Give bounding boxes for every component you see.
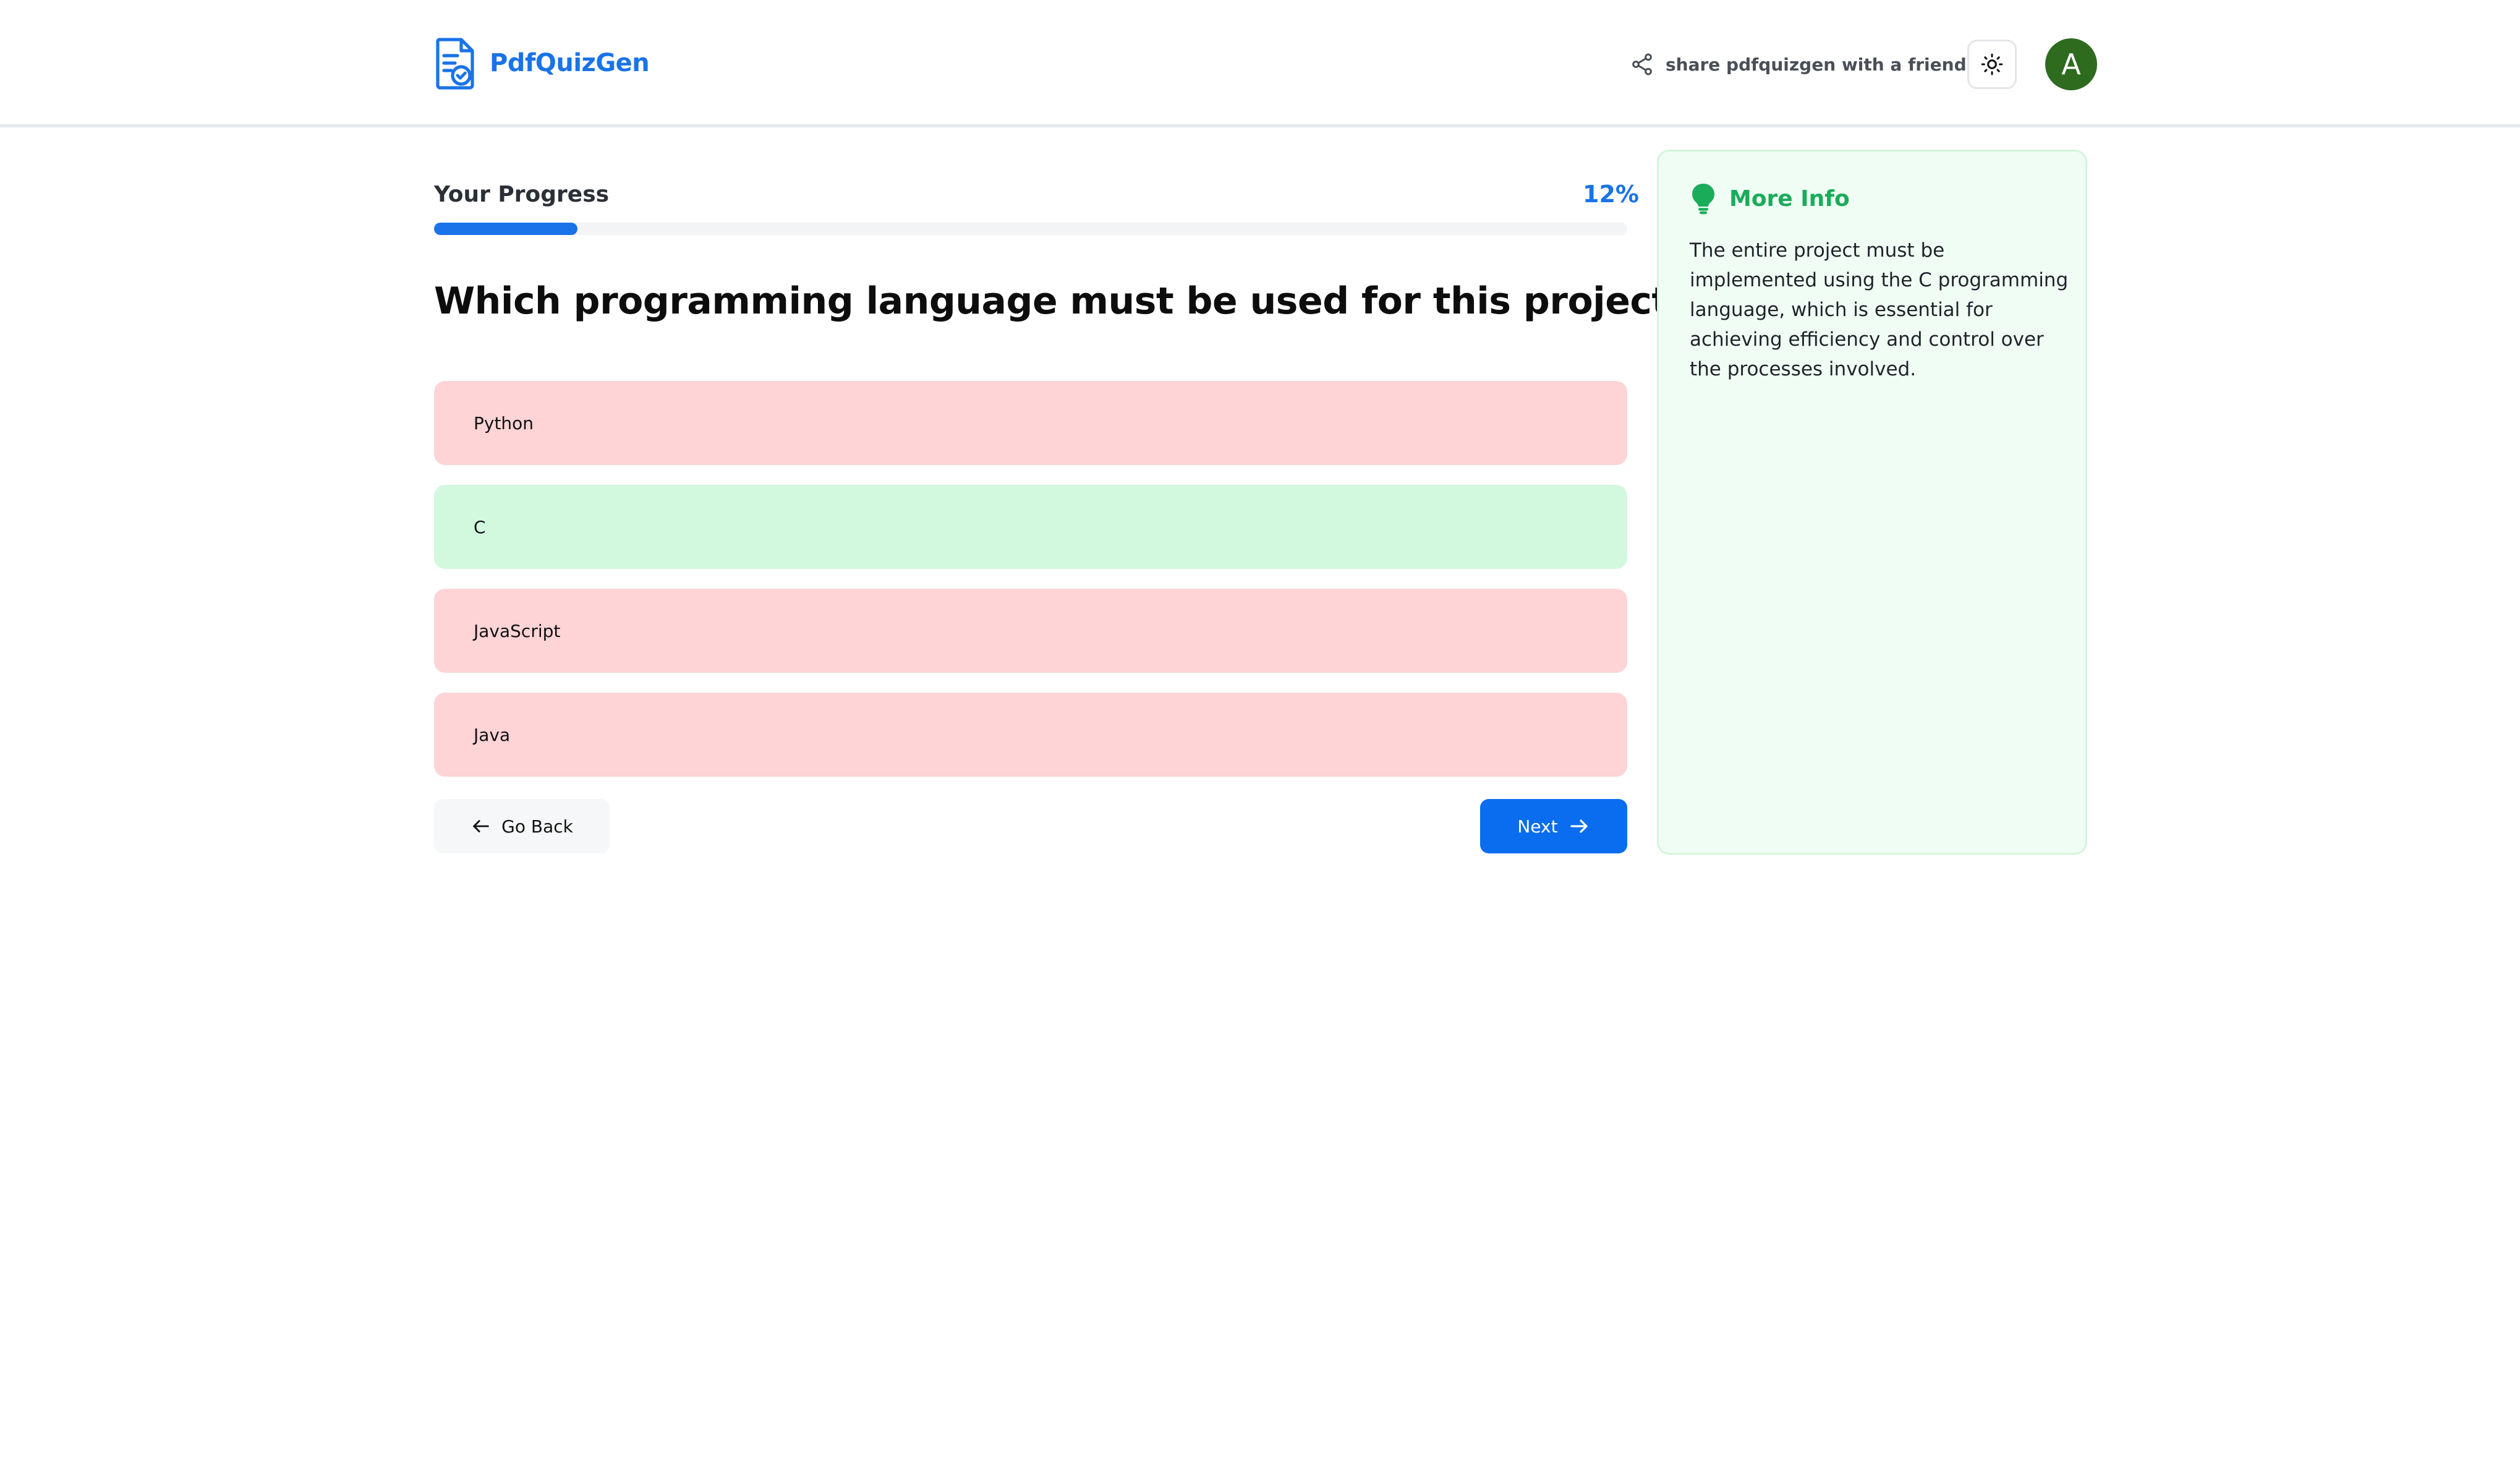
- progress-label: Your Progress: [434, 182, 610, 207]
- theme-toggle-button[interactable]: [1967, 40, 2017, 89]
- more-info-header: More Info: [1690, 182, 1850, 215]
- answer-option-python[interactable]: Python: [434, 381, 1627, 465]
- lightbulb-icon: [1692, 184, 1714, 215]
- progress-bar: [434, 223, 1627, 235]
- avatar[interactable]: A: [2045, 38, 2097, 90]
- answer-option-label: C: [474, 516, 486, 537]
- next-button[interactable]: Next: [1480, 799, 1627, 853]
- document-check-icon: [436, 38, 474, 90]
- more-info-text: The entire project must be implemented u…: [1690, 239, 2069, 380]
- go-back-label: Go Back: [501, 816, 573, 837]
- logo-text: PdfQuizGen: [490, 49, 650, 77]
- share-link[interactable]: share pdfquizgen with a friend: [1630, 48, 1967, 80]
- logo[interactable]: PdfQuizGen: [434, 36, 650, 90]
- top-header: PdfQuizGen share pdfquizgen with a frien…: [0, 0, 2520, 127]
- share-text: share pdfquizgen with a friend: [1666, 54, 1967, 75]
- answer-option-label: Python: [474, 412, 534, 434]
- arrow-left-icon: [473, 820, 489, 832]
- answer-option-c[interactable]: C: [434, 485, 1627, 569]
- arrow-right-icon: [1570, 819, 1588, 833]
- question-title: Which programming language must be used …: [434, 280, 1690, 323]
- share-icon: [1632, 53, 1652, 75]
- next-label: Next: [1517, 816, 1558, 837]
- progress-bar-fill: [434, 223, 577, 235]
- go-back-button[interactable]: Go Back: [434, 799, 610, 853]
- answer-option-label: Java: [474, 724, 511, 745]
- more-info-title: More Info: [1729, 186, 1850, 212]
- answer-option-label: JavaScript: [474, 620, 561, 641]
- answer-option-java[interactable]: Java: [434, 693, 1627, 777]
- more-info-panel: More Info The entire project must be imp…: [1657, 150, 2087, 855]
- sun-icon: [1981, 53, 2003, 75]
- progress-percent: 12%: [1583, 181, 1639, 208]
- answer-option-javascript[interactable]: JavaScript: [434, 589, 1627, 673]
